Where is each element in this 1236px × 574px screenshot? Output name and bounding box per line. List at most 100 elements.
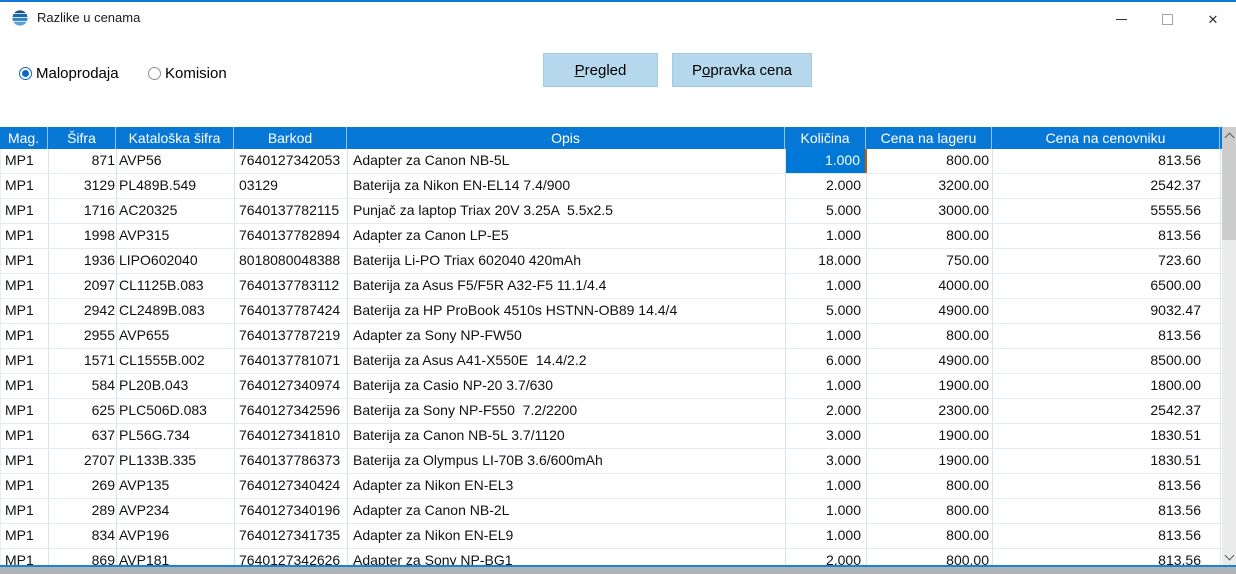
column-header[interactable]: Količina [785, 127, 866, 149]
grid-cell[interactable]: 7640127340196 [235, 499, 348, 523]
grid-cell[interactable]: Adapter za Canon NB-5L [348, 149, 786, 173]
grid-cell[interactable]: 1.000 [786, 499, 867, 523]
grid-cell[interactable]: 800.00 [867, 524, 993, 548]
grid-cell[interactable]: 5555.56 [993, 199, 1221, 223]
grid-cell[interactable]: AVP196 [117, 524, 235, 548]
grid-cell[interactable]: 7640127342053 [235, 149, 348, 173]
grid-cell[interactable]: MP1 [1, 474, 49, 498]
grid-cell[interactable]: 2300.00 [867, 399, 993, 423]
grid-cell[interactable]: PL133B.335 [117, 449, 235, 473]
grid-cell[interactable]: LIPO602040 [117, 249, 235, 273]
grid-cell[interactable]: 7640137782894 [235, 224, 348, 248]
grid-cell[interactable]: 1900.00 [867, 449, 993, 473]
grid-cell[interactable]: 1936 [49, 249, 117, 273]
grid-cell[interactable]: 800.00 [867, 499, 993, 523]
grid-cell[interactable]: Baterija za Asus F5/F5R A32-F5 11.1/4.4 [348, 274, 786, 298]
grid-cell[interactable]: Baterija Li-PO Triax 602040 420mAh [348, 249, 786, 273]
grid-cell[interactable]: Baterija za Olympus LI-70B 3.6/600mAh [348, 449, 786, 473]
grid-cell[interactable]: 1.000 [786, 524, 867, 548]
grid-cell[interactable]: 1.000 [786, 224, 867, 248]
grid-cell[interactable]: 03129 [235, 174, 348, 198]
grid-cell[interactable]: MP1 [1, 224, 49, 248]
grid-cell[interactable]: AC20325 [117, 199, 235, 223]
grid-cell[interactable]: 2942 [49, 299, 117, 323]
radio-maloprodaja[interactable]: Maloprodaja [19, 64, 119, 82]
grid-cell[interactable]: 1.000 [786, 274, 867, 298]
grid-cell[interactable]: 289 [49, 499, 117, 523]
grid-cell[interactable]: 813.56 [993, 324, 1221, 348]
radio-komision[interactable]: Komision [148, 64, 227, 82]
grid-cell[interactable]: 1716 [49, 199, 117, 223]
table-row[interactable]: MP13129PL489B.54903129Baterija za Nikon … [1, 174, 1222, 199]
grid-cell[interactable]: Baterija za Sony NP-F550 7.2/2200 [348, 399, 786, 423]
grid-cell[interactable]: 2542.37 [993, 174, 1221, 198]
grid-cell[interactable]: MP1 [1, 324, 49, 348]
grid-cell[interactable]: PL489B.549 [117, 174, 235, 198]
grid-cell[interactable]: 269 [49, 474, 117, 498]
grid-cell[interactable]: 1998 [49, 224, 117, 248]
grid-cell[interactable]: 7640127341735 [235, 524, 348, 548]
grid-cell[interactable]: 813.56 [993, 149, 1221, 173]
grid-cell[interactable]: 813.56 [993, 499, 1221, 523]
grid-cell[interactable]: 1830.51 [993, 424, 1221, 448]
grid-cell[interactable]: 800.00 [867, 149, 993, 173]
grid-cell[interactable]: Adapter za Canon NB-2L [348, 499, 786, 523]
grid-cell[interactable]: 2955 [49, 324, 117, 348]
grid-cell[interactable]: CL1555B.002 [117, 349, 235, 373]
grid-cell[interactable]: Punjač za laptop Triax 20V 3.25A 5.5x2.5 [348, 199, 786, 223]
grid-cell[interactable]: 2097 [49, 274, 117, 298]
table-row[interactable]: MP12942CL2489B.0837640137787424Baterija … [1, 299, 1222, 324]
grid-cell[interactable]: 584 [49, 374, 117, 398]
grid-cell[interactable]: MP1 [1, 499, 49, 523]
scrollbar-thumb[interactable] [1222, 144, 1236, 240]
column-header[interactable]: Mag. [0, 127, 48, 149]
grid-cell[interactable]: 871 [49, 149, 117, 173]
grid-cell[interactable]: 800.00 [867, 224, 993, 248]
grid-cell[interactable]: MP1 [1, 149, 49, 173]
table-row[interactable]: MP11998AVP3157640137782894Adapter za Can… [1, 224, 1222, 249]
grid-cell[interactable]: MP1 [1, 424, 49, 448]
grid-cell[interactable]: 637 [49, 424, 117, 448]
grid-cell[interactable]: MP1 [1, 349, 49, 373]
table-row[interactable]: MP1625PLC506D.0837640127342596Baterija z… [1, 399, 1222, 424]
grid-cell[interactable]: 3200.00 [867, 174, 993, 198]
grid-cell[interactable]: MP1 [1, 199, 49, 223]
grid-cell[interactable]: 1.000 [786, 324, 867, 348]
grid-cell[interactable]: AVP315 [117, 224, 235, 248]
grid-cell[interactable]: Baterija za HP ProBook 4510s HSTNN-OB89 … [348, 299, 786, 323]
grid-cell[interactable]: MP1 [1, 249, 49, 273]
minimize-button[interactable] [1104, 4, 1138, 34]
vertical-scrollbar[interactable] [1222, 127, 1236, 566]
grid-cell[interactable]: 7640127340424 [235, 474, 348, 498]
grid-cell[interactable]: PLC506D.083 [117, 399, 235, 423]
grid-cell[interactable]: 2.000 [786, 399, 867, 423]
column-header[interactable]: Cena na cenovniku [992, 127, 1220, 149]
grid-cell[interactable]: 2.000 [786, 174, 867, 198]
grid-cell[interactable]: 3.000 [786, 424, 867, 448]
grid-cell[interactable]: MP1 [1, 174, 49, 198]
grid-cell[interactable]: 8500.00 [993, 349, 1221, 373]
grid-cell[interactable]: Adapter za Canon LP-E5 [348, 224, 786, 248]
table-row[interactable]: MP11936LIPO6020408018080048388Baterija L… [1, 249, 1222, 274]
grid-cell[interactable]: 6500.00 [993, 274, 1221, 298]
grid-cell[interactable]: MP1 [1, 374, 49, 398]
grid-cell[interactable]: 1.000 [786, 149, 867, 173]
grid-cell[interactable]: 7640127342596 [235, 399, 348, 423]
grid-cell[interactable]: 4900.00 [867, 299, 993, 323]
table-row[interactable]: MP1584PL20B.0437640127340974Baterija za … [1, 374, 1222, 399]
grid-cell[interactable]: 813.56 [993, 474, 1221, 498]
grid-cell[interactable]: 3.000 [786, 449, 867, 473]
grid-cell[interactable]: CL2489B.083 [117, 299, 235, 323]
grid-cell[interactable]: Adapter za Sony NP-FW50 [348, 324, 786, 348]
popravka-cena-button[interactable]: Popravka cena [672, 53, 812, 87]
grid-cell[interactable]: 7640127341810 [235, 424, 348, 448]
radio-selected-icon[interactable] [19, 67, 32, 80]
column-header[interactable]: Opis [347, 127, 785, 149]
grid-cell[interactable]: 1800.00 [993, 374, 1221, 398]
close-button[interactable]: ✕ [1196, 4, 1230, 34]
grid-cell[interactable]: AVP655 [117, 324, 235, 348]
table-row[interactable]: MP12955AVP6557640137787219Adapter za Son… [1, 324, 1222, 349]
grid-cell[interactable]: Baterija za Nikon EN-EL14 7.4/900 [348, 174, 786, 198]
grid-cell[interactable]: 625 [49, 399, 117, 423]
grid-cell[interactable]: MP1 [1, 449, 49, 473]
